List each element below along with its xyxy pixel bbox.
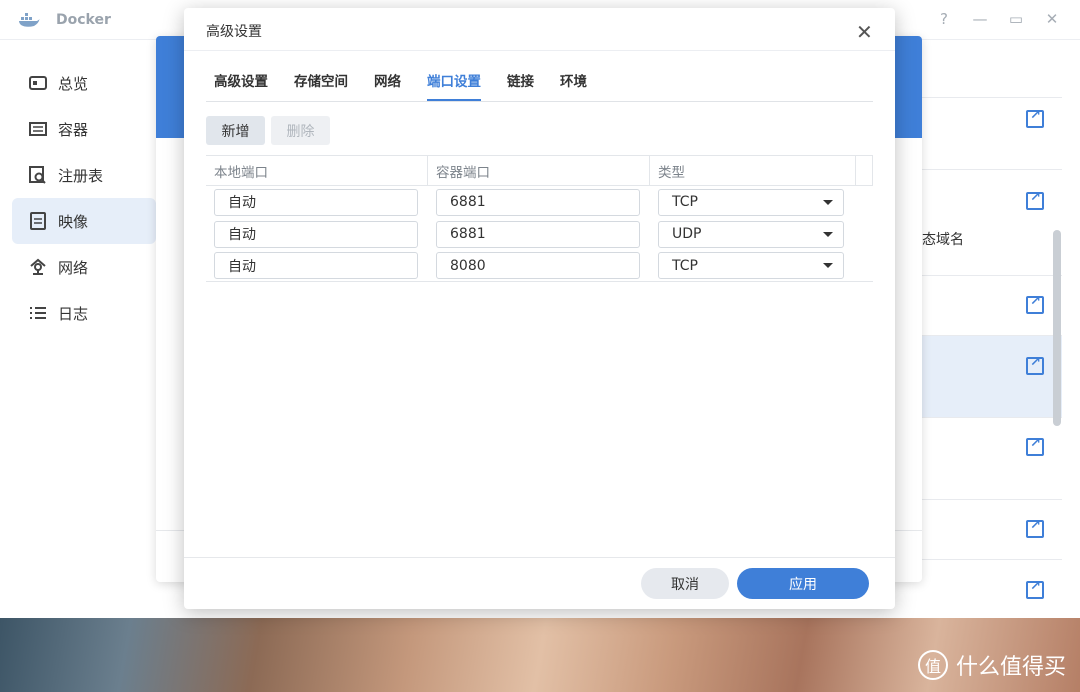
registry-search-icon xyxy=(28,165,48,185)
list-item xyxy=(922,40,1062,98)
tab-divider xyxy=(206,101,873,102)
local-port-input[interactable]: 自动 xyxy=(214,220,418,248)
open-external-icon[interactable] xyxy=(1026,190,1044,210)
column-header-spacer xyxy=(856,156,873,185)
tab-storage[interactable]: 存储空间 xyxy=(294,70,348,102)
container-port-input[interactable]: 6881 xyxy=(436,188,640,216)
container-port-input[interactable]: 8080 xyxy=(436,252,640,279)
open-external-icon[interactable] xyxy=(1026,108,1044,128)
open-external-icon[interactable] xyxy=(1026,436,1044,456)
network-icon xyxy=(28,257,48,277)
type-select-value: UDP xyxy=(672,226,702,242)
open-external-icon[interactable] xyxy=(1026,518,1044,538)
maximize-icon[interactable]: ▭ xyxy=(1008,10,1024,28)
watermark-text: 什么值得买 xyxy=(955,655,1066,680)
table-header: 本地端口 容器端口 类型 xyxy=(206,155,873,186)
tab-network[interactable]: 网络 xyxy=(374,70,401,102)
scrollbar[interactable] xyxy=(1053,230,1061,426)
caret-down-icon xyxy=(823,199,833,205)
table-row: 自动 6881 UDP xyxy=(206,218,873,250)
docker-whale-icon xyxy=(18,11,44,29)
port-table: 本地端口 容器端口 类型 自动 6881 TCP 自动 6881 UDP 自动 … xyxy=(206,155,873,282)
divider xyxy=(184,50,895,51)
open-external-icon[interactable] xyxy=(1026,579,1044,599)
dialog-title: 高级设置 xyxy=(206,24,262,40)
tab-advanced[interactable]: 高级设置 xyxy=(214,70,268,102)
help-icon[interactable]: ? xyxy=(936,10,952,28)
table-row: 自动 8080 TCP xyxy=(206,250,873,282)
sidebar-item-containers[interactable]: 容器 xyxy=(12,106,156,152)
tab-links[interactable]: 链接 xyxy=(507,70,534,102)
window-controls: ? — ▭ ✕ xyxy=(936,10,1060,28)
watermark-logo: 值 xyxy=(917,650,948,680)
open-external-icon[interactable] xyxy=(1026,355,1044,375)
sidebar-item-label: 注册表 xyxy=(58,166,104,185)
container-list-icon xyxy=(28,119,48,139)
sidebar-item-label: 容器 xyxy=(58,120,89,139)
tab-bar: 高级设置 存储空间 网络 端口设置 链接 环境 xyxy=(214,70,613,102)
local-port-input[interactable]: 自动 xyxy=(214,252,418,279)
sidebar: 总览 容器 注册表 映像 网络 日志 xyxy=(0,60,156,336)
type-select[interactable]: UDP xyxy=(658,220,844,248)
cancel-button[interactable]: 取消 xyxy=(641,568,729,599)
partial-label: 态域名 xyxy=(922,232,964,248)
list-item xyxy=(922,98,1062,170)
sidebar-item-images[interactable]: 映像 xyxy=(12,198,156,244)
type-select-value: TCP xyxy=(672,257,698,274)
apply-button[interactable]: 应用 xyxy=(737,568,869,599)
tab-port-settings[interactable]: 端口设置 xyxy=(427,70,481,102)
table-row: 自动 6881 TCP xyxy=(206,186,873,218)
sidebar-item-label: 映像 xyxy=(58,212,89,231)
open-external-icon[interactable] xyxy=(1026,294,1044,314)
app-title: Docker xyxy=(56,11,111,28)
container-port-input[interactable]: 6881 xyxy=(436,220,640,248)
type-select-value: TCP xyxy=(672,194,698,210)
list-item xyxy=(922,170,1062,276)
overview-icon xyxy=(28,73,48,93)
column-header-container-port[interactable]: 容器端口 xyxy=(428,156,650,185)
type-select[interactable]: TCP xyxy=(658,252,844,279)
local-port-input[interactable]: 自动 xyxy=(214,188,418,216)
close-icon[interactable]: ✕ xyxy=(1044,10,1060,28)
sidebar-item-overview[interactable]: 总览 xyxy=(12,60,156,106)
caret-down-icon xyxy=(823,263,833,268)
tab-environment[interactable]: 环境 xyxy=(560,70,587,102)
list-item xyxy=(922,418,1062,500)
log-list-icon xyxy=(28,303,48,323)
advanced-settings-dialog: 高级设置 ✕ 高级设置 存储空间 网络 端口设置 链接 环境 新增 删除 本地端… xyxy=(184,8,895,609)
sidebar-item-label: 日志 xyxy=(58,304,89,323)
type-select[interactable]: TCP xyxy=(658,188,844,216)
caret-down-icon xyxy=(823,231,833,237)
footer-divider xyxy=(184,557,895,558)
sidebar-item-label: 总览 xyxy=(58,74,89,93)
column-header-type[interactable]: 类型 xyxy=(650,156,856,185)
minimize-icon[interactable]: — xyxy=(972,10,988,28)
column-header-local-port[interactable]: 本地端口 xyxy=(206,156,428,185)
image-file-icon xyxy=(28,211,48,231)
watermark: 值 什么值得买 xyxy=(917,640,1066,690)
delete-button[interactable]: 删除 xyxy=(271,116,330,145)
sidebar-item-registry[interactable]: 注册表 xyxy=(12,152,156,198)
list-item-selected xyxy=(922,336,1062,418)
sidebar-item-label: 网络 xyxy=(58,258,89,277)
sidebar-item-network[interactable]: 网络 xyxy=(12,244,156,290)
close-icon[interactable]: ✕ xyxy=(856,20,873,44)
add-button[interactable]: 新增 xyxy=(206,116,265,145)
sidebar-item-logs[interactable]: 日志 xyxy=(12,290,156,336)
